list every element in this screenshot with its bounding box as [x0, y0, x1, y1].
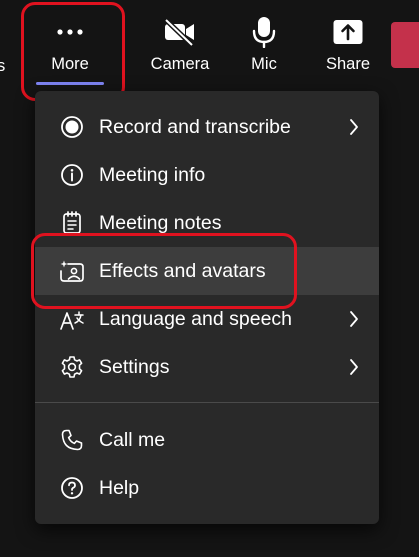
phone-icon — [58, 426, 86, 454]
menu-item-help[interactable]: Help — [35, 464, 379, 512]
menu-item-label: Record and transcribe — [99, 115, 291, 138]
info-icon — [58, 161, 86, 189]
share-icon — [332, 14, 364, 50]
camera-off-icon — [163, 14, 197, 50]
menu-item-settings[interactable]: Settings — [35, 343, 379, 391]
menu-item-meeting-info[interactable]: Meeting info — [35, 151, 379, 199]
menu-item-record-and-transcribe[interactable]: Record and transcribe — [35, 103, 379, 151]
leave-button[interactable] — [391, 22, 419, 68]
help-icon — [58, 474, 86, 502]
menu-item-label: Language and speech — [99, 307, 293, 330]
language-icon — [58, 305, 86, 333]
annotation-highlight-more — [21, 2, 125, 101]
settings-gear-icon — [58, 353, 86, 381]
camera-button-label: Camera — [150, 55, 210, 73]
share-button[interactable]: Share — [314, 0, 382, 96]
chevron-right-icon — [347, 309, 361, 329]
partial-toolbar-label[interactable]: s — [0, 57, 5, 76]
mic-button[interactable]: Mic — [233, 0, 295, 96]
chevron-right-icon — [347, 357, 361, 377]
menu-item-label: Settings — [99, 355, 170, 378]
menu-divider — [35, 402, 379, 403]
camera-button[interactable]: Camera — [140, 0, 220, 96]
menu-item-label: Meeting info — [99, 163, 206, 186]
mic-icon — [252, 14, 276, 50]
record-icon — [58, 113, 86, 141]
share-button-label: Share — [325, 55, 371, 73]
annotation-highlight-effects — [31, 233, 297, 309]
mic-button-label: Mic — [251, 55, 277, 73]
menu-item-label: Help — [99, 476, 140, 499]
menu-item-call-me[interactable]: Call me — [35, 416, 379, 464]
menu-item-label: Meeting notes — [99, 211, 222, 234]
menu-item-label: Call me — [99, 428, 166, 451]
chevron-right-icon — [347, 117, 361, 137]
